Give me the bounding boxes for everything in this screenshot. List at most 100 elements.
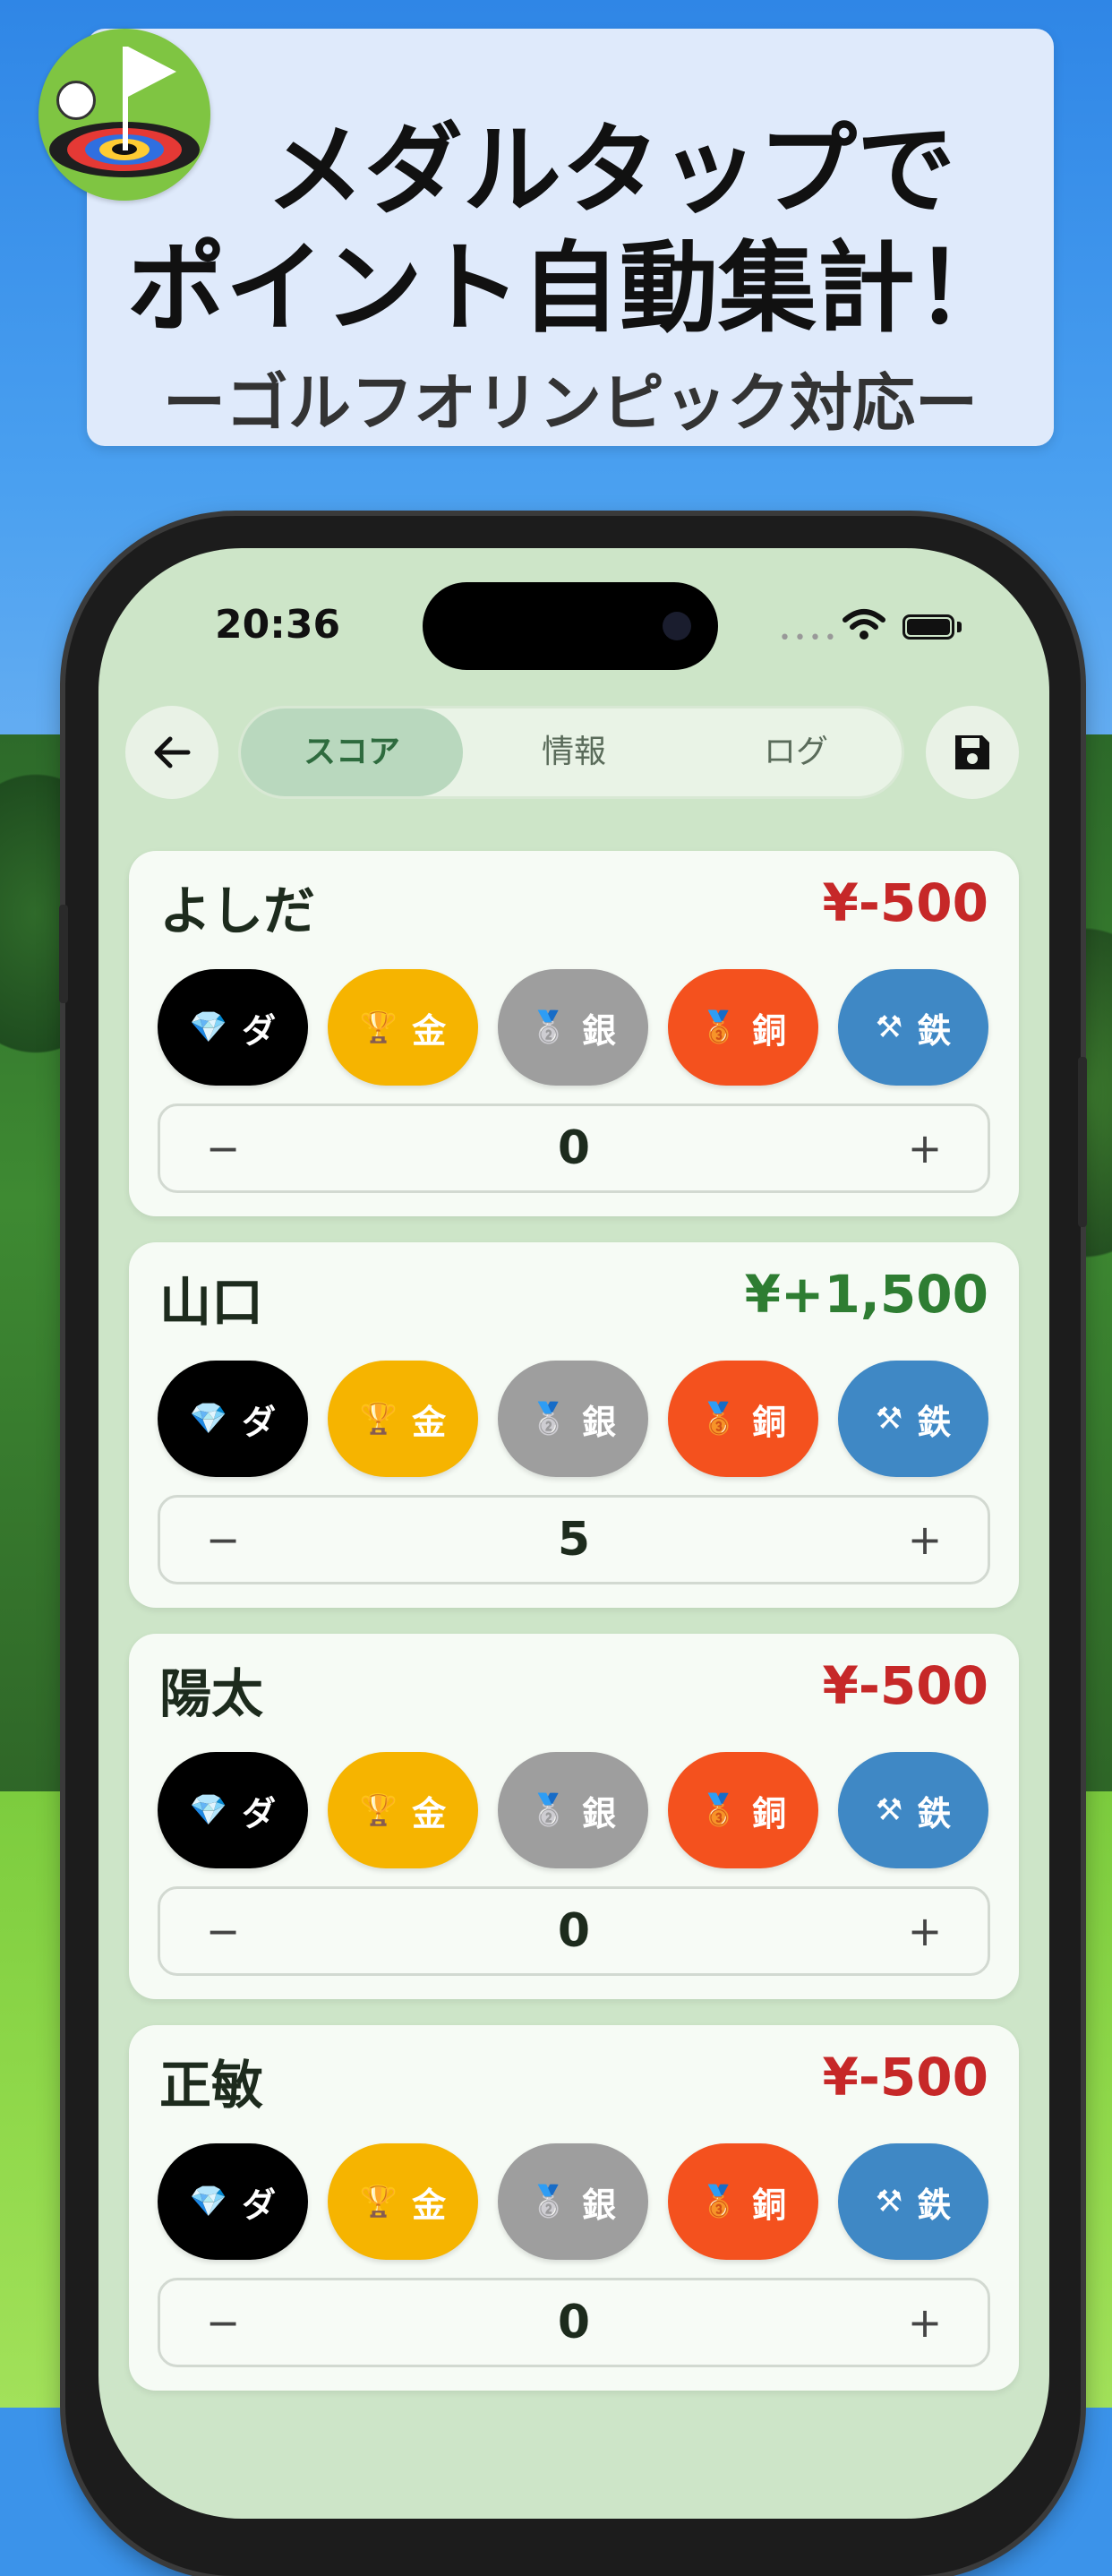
tab-log[interactable]: ログ bbox=[685, 708, 907, 796]
medal-label: 金 bbox=[412, 1010, 447, 1051]
decrement-button[interactable]: − bbox=[169, 1106, 277, 1190]
medal-buttons-row: 💎 ダ 🏆 金 🥈 銀 🥉 銅 ⚒ 鉄 bbox=[158, 2143, 990, 2260]
decrement-button[interactable]: − bbox=[169, 1498, 277, 1582]
medal-buttons-row: 💎 ダ 🏆 金 🥈 銀 🥉 銅 ⚒ 鉄 bbox=[158, 1361, 990, 1477]
segmented-tabs: スコア 情報 ログ bbox=[238, 706, 904, 799]
medal-silver-button[interactable]: 🥈 銀 bbox=[498, 1361, 648, 1477]
medal-silver-button[interactable]: 🥈 銀 bbox=[498, 969, 648, 1086]
medal-label: 鉄 bbox=[917, 1402, 952, 1442]
player-name: よしだ bbox=[159, 880, 316, 941]
tab-score[interactable]: スコア bbox=[241, 708, 463, 796]
back-button[interactable] bbox=[125, 706, 218, 799]
increment-button[interactable]: + bbox=[871, 1889, 979, 1973]
bronze-medal-icon: 🥉 bbox=[699, 1009, 739, 1045]
medal-label: 銅 bbox=[752, 1793, 787, 1833]
app-logo-icon bbox=[38, 29, 210, 201]
increment-button[interactable]: + bbox=[871, 1498, 979, 1582]
diamond-icon: 💎 bbox=[189, 2184, 228, 2220]
hammer-pick-icon: ⚒ bbox=[875, 1009, 903, 1045]
medal-label: ダ bbox=[242, 1402, 277, 1442]
diamond-icon: 💎 bbox=[189, 1792, 228, 1828]
medal-count-stepper: 0 − + bbox=[158, 1886, 990, 1976]
player-balance: ¥+1,500 bbox=[744, 1264, 988, 1325]
medal-label: 銅 bbox=[752, 1010, 787, 1051]
medal-diamond-button[interactable]: 💎 ダ bbox=[158, 1361, 308, 1477]
medal-label: 金 bbox=[412, 1402, 447, 1442]
medal-label: 金 bbox=[412, 1793, 447, 1833]
medal-gold-button[interactable]: 🏆 金 bbox=[328, 2143, 478, 2260]
increment-button[interactable]: + bbox=[871, 2280, 979, 2365]
medal-buttons-row: 💎 ダ 🏆 金 🥈 銀 🥉 銅 ⚒ 鉄 bbox=[158, 969, 990, 1086]
count-value: 0 bbox=[557, 2296, 591, 2349]
medal-bronze-button[interactable]: 🥉 銅 bbox=[668, 2143, 818, 2260]
medal-label: 鉄 bbox=[917, 1010, 952, 1051]
medal-label: 銀 bbox=[582, 2185, 617, 2225]
tab-info[interactable]: 情報 bbox=[463, 708, 685, 796]
medal-count-stepper: 5 − + bbox=[158, 1495, 990, 1584]
medal-label: 銀 bbox=[582, 1010, 617, 1051]
floppy-disk-icon bbox=[955, 735, 989, 769]
player-name: 山口 bbox=[159, 1272, 264, 1333]
player-card: よしだ ¥-500 💎 ダ 🏆 金 🥈 銀 🥉 銅 ⚒ 鉄 0− + bbox=[129, 851, 1019, 1216]
silver-medal-icon: 🥈 bbox=[529, 1792, 569, 1828]
app-screen: 20:36 •••• スコア 情報 ログ よしだ ¥-500 💎 ダ 🏆 金 🥈 銀 🥉 銅 ⚒ 鉄 0… bbox=[98, 548, 1049, 2519]
medal-iron-button[interactable]: ⚒ 鉄 bbox=[838, 1361, 988, 1477]
hammer-pick-icon: ⚒ bbox=[875, 1792, 903, 1828]
phone-side-button bbox=[59, 905, 68, 1003]
medal-gold-button[interactable]: 🏆 金 bbox=[328, 969, 478, 1086]
battery-icon bbox=[902, 614, 954, 640]
medal-iron-button[interactable]: ⚒ 鉄 bbox=[838, 2143, 988, 2260]
medal-iron-button[interactable]: ⚒ 鉄 bbox=[838, 1752, 988, 1868]
medal-label: 銅 bbox=[752, 2185, 787, 2225]
medal-label: 銀 bbox=[582, 1793, 617, 1833]
medal-diamond-button[interactable]: 💎 ダ bbox=[158, 2143, 308, 2260]
promo-banner: メダルタップで ポイント自動集計！ ーゴルフオリンピック対応ー bbox=[87, 29, 1054, 446]
medal-silver-button[interactable]: 🥈 銀 bbox=[498, 1752, 648, 1868]
medal-buttons-row: 💎 ダ 🏆 金 🥈 銀 🥉 銅 ⚒ 鉄 bbox=[158, 1752, 990, 1868]
player-balance: ¥-500 bbox=[822, 2047, 989, 2108]
decrement-button[interactable]: − bbox=[169, 2280, 277, 2365]
medal-count-stepper: 0 − + bbox=[158, 1103, 990, 1193]
bronze-medal-icon: 🥉 bbox=[699, 1401, 739, 1437]
dynamic-island bbox=[423, 582, 718, 670]
arrow-left-icon bbox=[154, 736, 191, 769]
bronze-medal-icon: 🥉 bbox=[699, 2184, 739, 2220]
medal-silver-button[interactable]: 🥈 銀 bbox=[498, 2143, 648, 2260]
medal-label: 鉄 bbox=[917, 1793, 952, 1833]
medal-label: ダ bbox=[242, 1793, 277, 1833]
medal-bronze-button[interactable]: 🥉 銅 bbox=[668, 1361, 818, 1477]
player-name: 陽太 bbox=[159, 1663, 264, 1724]
decrement-button[interactable]: − bbox=[169, 1889, 277, 1973]
phone-side-button bbox=[1078, 1057, 1087, 1227]
medal-diamond-button[interactable]: 💎 ダ bbox=[158, 1752, 308, 1868]
trophy-icon: 🏆 bbox=[359, 1009, 398, 1045]
medal-gold-button[interactable]: 🏆 金 bbox=[328, 1752, 478, 1868]
medal-iron-button[interactable]: ⚒ 鉄 bbox=[838, 969, 988, 1086]
player-balance: ¥-500 bbox=[822, 1655, 989, 1716]
medal-gold-button[interactable]: 🏆 金 bbox=[328, 1361, 478, 1477]
banner-headline-2: ポイント自動集計！ bbox=[127, 231, 1014, 346]
medal-bronze-button[interactable]: 🥉 銅 bbox=[668, 1752, 818, 1868]
hammer-pick-icon: ⚒ bbox=[875, 2184, 903, 2220]
silver-medal-icon: 🥈 bbox=[529, 1401, 569, 1437]
hammer-pick-icon: ⚒ bbox=[875, 1401, 903, 1437]
player-card: 正敏 ¥-500 💎 ダ 🏆 金 🥈 銀 🥉 銅 ⚒ 鉄 0− + bbox=[129, 2025, 1019, 2391]
player-card: 陽太 ¥-500 💎 ダ 🏆 金 🥈 銀 🥉 銅 ⚒ 鉄 0− + bbox=[129, 1634, 1019, 1999]
medal-label: 金 bbox=[412, 2185, 447, 2225]
player-name: 正敏 bbox=[159, 2055, 264, 2116]
count-value: 5 bbox=[557, 1513, 591, 1567]
medal-bronze-button[interactable]: 🥉 銅 bbox=[668, 969, 818, 1086]
save-button[interactable] bbox=[926, 706, 1019, 799]
silver-medal-icon: 🥈 bbox=[529, 2184, 569, 2220]
medal-label: 銅 bbox=[752, 1402, 787, 1442]
count-value: 0 bbox=[557, 1904, 591, 1958]
medal-label: 銀 bbox=[582, 1402, 617, 1442]
increment-button[interactable]: + bbox=[871, 1106, 979, 1190]
signal-icon: •••• bbox=[779, 627, 840, 649]
trophy-icon: 🏆 bbox=[359, 1792, 398, 1828]
medal-diamond-button[interactable]: 💎 ダ bbox=[158, 969, 308, 1086]
medal-label: 鉄 bbox=[917, 2185, 952, 2225]
diamond-icon: 💎 bbox=[189, 1009, 228, 1045]
player-balance: ¥-500 bbox=[822, 872, 989, 933]
diamond-icon: 💎 bbox=[189, 1401, 228, 1437]
